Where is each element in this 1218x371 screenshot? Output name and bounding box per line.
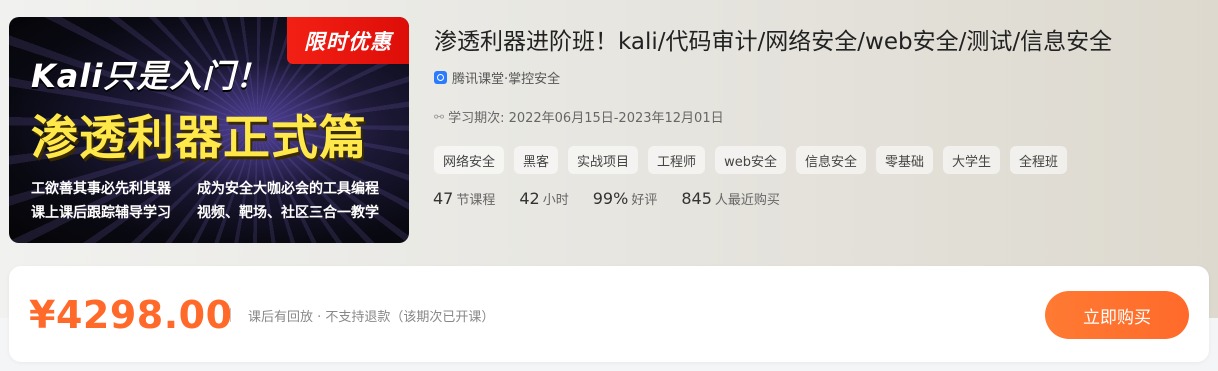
purchase-note: 课后有回放 · 不支持退款（该期次已开课） [248, 310, 495, 325]
course-stats: 47 节课程 42 小时 99% 好评 845 人最近购买 [433, 189, 804, 208]
study-period: ⚯ 学习期次: 2022年06月15日-2023年12月01日 [434, 107, 724, 127]
limited-offer-badge: 限时优惠 [287, 17, 409, 64]
cover-point: 成为安全大咖必会的工具编程 [197, 181, 379, 197]
provider-name[interactable]: 腾讯课堂·掌控安全 [452, 68, 560, 87]
course-provider[interactable]: 腾讯课堂·掌控安全 [434, 68, 560, 87]
rating-value: 99% [592, 189, 629, 208]
cover-point: 课上课后跟踪辅导学习 [31, 205, 171, 221]
purchase-panel: ¥4298.00 课后有回放 · 不支持退款（该期次已开课） 立即购买 [9, 266, 1209, 362]
lesson-count-value: 47 [433, 189, 454, 208]
recent-buyers-value: 845 [681, 189, 712, 208]
tag-practical-project[interactable]: 实战项目 [568, 146, 639, 174]
tag-hacker[interactable]: 黑客 [514, 146, 559, 174]
course-cover-image[interactable]: 限时优惠 Kali只是入门！ 渗透利器正式篇 工欲善其事必先利其器 成为安全大咖必… [9, 17, 409, 243]
buy-now-button[interactable]: 立即购买 [1045, 291, 1189, 339]
rating: 99% 好评 [593, 189, 658, 208]
tag-full-course[interactable]: 全程班 [1010, 146, 1068, 174]
cover-headline: 渗透利器正式篇 [31, 111, 367, 166]
tag-zero-basis[interactable]: 零基础 [875, 146, 933, 174]
lesson-count-unit: 节课程 [456, 193, 496, 208]
course-tags: 网络安全 黑客 实战项目 工程师 web安全 信息安全 零基础 大学生 全程班 [434, 146, 1077, 174]
hour-count-value: 42 [519, 189, 540, 208]
tag-information-security[interactable]: 信息安全 [795, 146, 866, 174]
cover-selling-points: 工欲善其事必先利其器 成为安全大咖必会的工具编程 课上课后跟踪辅导学习 视频、靶场、… [31, 177, 379, 225]
lesson-count: 47 节课程 [433, 189, 495, 208]
price-divider [230, 308, 231, 322]
hour-count: 42 小时 [519, 189, 568, 208]
course-price: ¥4298.00 [29, 293, 233, 337]
tencent-classroom-icon [434, 71, 447, 84]
recent-buyers-unit: 人最近购买 [714, 193, 780, 208]
study-period-text: 学习期次: 2022年06月15日-2023年12月01日 [448, 111, 724, 126]
cover-point: 工欲善其事必先利其器 [31, 181, 171, 197]
tag-web-security[interactable]: web安全 [715, 146, 786, 174]
course-title: 渗透利器进阶班！kali/代码审计/网络安全/web安全/测试/信息安全 [434, 29, 1113, 55]
recent-buyers: 845 人最近购买 [681, 189, 780, 208]
tag-engineer[interactable]: 工程师 [648, 146, 706, 174]
rating-unit: 好评 [631, 193, 658, 208]
link-icon: ⚯ [434, 109, 445, 124]
cover-subtitle: Kali只是入门！ [31, 57, 269, 95]
tag-college-student[interactable]: 大学生 [942, 146, 1000, 174]
cover-point: 视频、靶场、社区三合一教学 [197, 205, 379, 221]
hour-count-unit: 小时 [542, 193, 569, 208]
tag-network-security[interactable]: 网络安全 [434, 146, 505, 174]
